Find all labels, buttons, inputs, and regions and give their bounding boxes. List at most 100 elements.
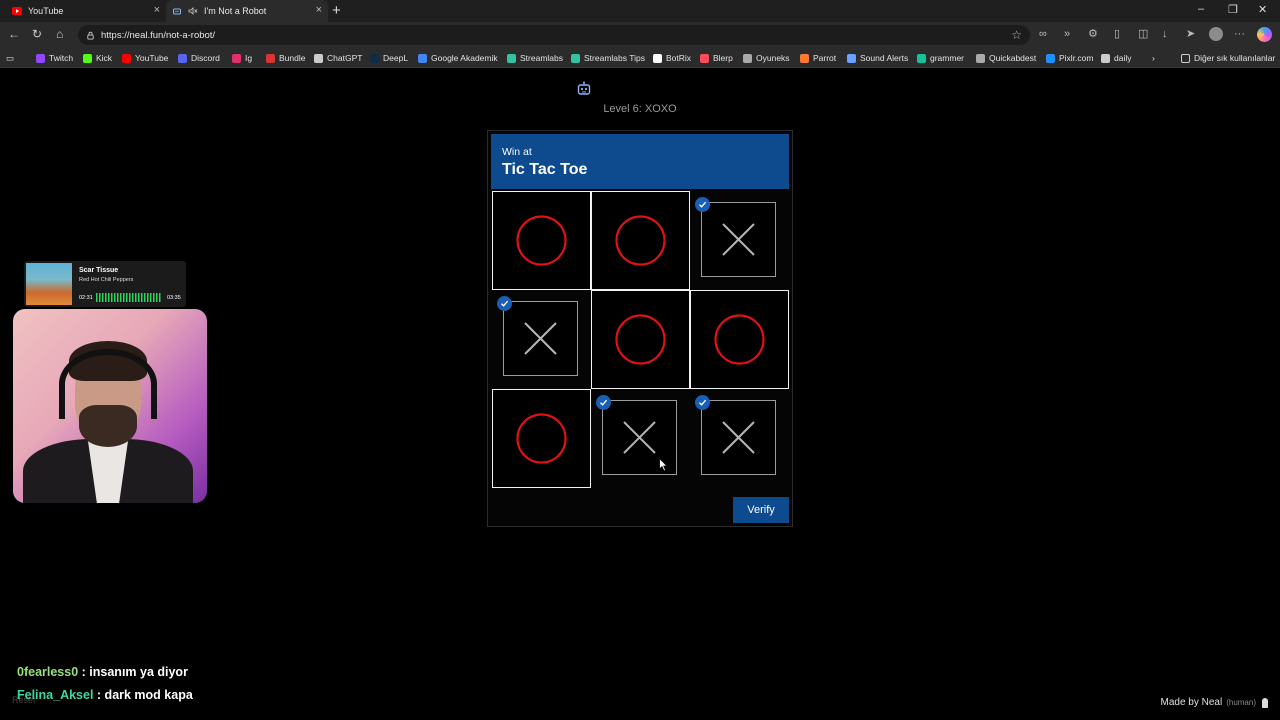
bookmark-label: BotRix [666, 53, 692, 63]
made-by-credit[interactable]: Made by Neal (human) [1161, 697, 1268, 708]
board-cell-3[interactable] [690, 191, 789, 290]
song-title: Scar Tissue [79, 267, 119, 274]
bookmark-label: YouTube [135, 53, 169, 63]
header-instruction: Win at [502, 146, 532, 158]
tab-not-a-robot[interactable]: I'm Not a Robot × [166, 0, 328, 22]
extension-glasses-icon[interactable]: ∞ [1039, 28, 1047, 40]
close-window-icon[interactable]: ✕ [1258, 3, 1267, 16]
read-aloud-icon[interactable]: » [1064, 28, 1070, 40]
muted-speaker-icon[interactable] [188, 6, 198, 16]
bookmark-sound-alerts[interactable]: Sound Alerts [847, 52, 908, 64]
bookmark-label: Quickabdest [989, 53, 1037, 63]
checkmark-icon [695, 197, 710, 212]
o-mark-icon [614, 214, 666, 266]
robot-icon [577, 81, 591, 95]
bookmark-chatgpt[interactable]: ChatGPT [314, 52, 362, 64]
home-icon[interactable]: ⌂ [56, 28, 63, 40]
close-tab-icon[interactable]: × [154, 5, 160, 16]
x-mark-icon [722, 421, 755, 454]
board-cell-8[interactable] [591, 389, 690, 488]
bookmark-oyuneks[interactable]: Oyuneks [743, 52, 790, 64]
extensions-icon[interactable]: ⚙ [1088, 28, 1098, 40]
new-tab-button[interactable]: + [332, 3, 341, 18]
bookmark-favicon-icon [178, 53, 187, 63]
refresh-icon[interactable]: ↻ [32, 28, 42, 40]
bookmark-label: Ig [245, 53, 253, 63]
bookmark-kick[interactable]: Kick [83, 52, 112, 64]
downloads-icon[interactable]: ↓ [1162, 28, 1168, 40]
bookmark-label: daily [1114, 53, 1132, 63]
x-tile [701, 400, 776, 475]
album-art [26, 263, 72, 305]
bookmark-favicon-icon [847, 53, 856, 63]
other-bookmarks-folder[interactable]: Diğer sık kullanılanlar [1181, 52, 1275, 64]
bookmark-bundle[interactable]: Bundle [266, 52, 305, 64]
bookmark-discord[interactable]: Discord [178, 52, 220, 64]
bookmark-label: Sound Alerts [860, 53, 909, 63]
audio-visualizer [96, 293, 162, 302]
split-screen-icon[interactable]: ▯ [1114, 28, 1120, 40]
bookmark-label: ChatGPT [327, 53, 363, 63]
verify-button[interactable]: Verify [733, 497, 789, 523]
bookmark-favicon-icon [122, 53, 131, 63]
bookmark-label: Streamlabs Tips [584, 53, 645, 63]
restore-icon[interactable]: ❐ [1228, 3, 1238, 16]
bookmark-parrot[interactable]: Parrot [800, 52, 836, 64]
favorite-star-icon[interactable]: ☆ [1011, 28, 1022, 42]
x-mark-icon [524, 322, 557, 355]
chat-username: Felina_Aksel [17, 688, 94, 702]
bookmarks-bar: ▭ Twitch Kick YouTube Discord Ig Bundle ChatGP… [0, 48, 1280, 68]
bookmark-label: grammer [930, 53, 965, 63]
o-mark-icon [515, 412, 567, 464]
bookmark-deepl[interactable]: DeepL [370, 52, 408, 64]
bookmark-pixlr-com[interactable]: Pixlr.com [1046, 52, 1093, 64]
bookmark-daily[interactable]: daily [1101, 52, 1131, 64]
profile-avatar[interactable] [1209, 27, 1223, 41]
bookmark-label: Google Akademik [431, 53, 498, 63]
x-tile [503, 301, 578, 376]
bookmark-label: Oyuneks [756, 53, 790, 63]
bookmark-label: Parrot [813, 53, 837, 63]
checkmark-icon [596, 395, 611, 410]
bookmark-grammer[interactable]: grammer [917, 52, 964, 64]
board-cell-1[interactable] [492, 191, 591, 290]
bookmark-label: Twitch [49, 53, 74, 63]
board-cell-6[interactable] [690, 290, 789, 389]
bookmark-streamlabs[interactable]: Streamlabs [507, 52, 563, 64]
bookmarks-overflow-icon[interactable]: › [1152, 52, 1155, 64]
copilot-icon[interactable] [1257, 27, 1272, 42]
collections-icon[interactable]: ◫ [1138, 28, 1148, 40]
bookmark-favicon-icon [83, 53, 92, 63]
bookmark-favicon-icon [917, 53, 926, 63]
board-cell-2[interactable] [591, 191, 690, 290]
level-label: Level 6: XOXO [603, 103, 677, 115]
bookmark-quickabdest[interactable]: Quickabdest [976, 52, 1036, 64]
board-cell-5[interactable] [591, 290, 690, 389]
checkmark-icon [695, 395, 710, 410]
captcha-card: Win at Tic Tac Toe Verify [487, 130, 793, 527]
page-content: Level 6: XOXO Win at Tic Tac Toe Verify … [0, 69, 1280, 720]
tab-title: I'm Not a Robot [204, 6, 267, 16]
board-cell-7[interactable] [492, 389, 591, 488]
more-options-icon[interactable]: ··· [1234, 28, 1245, 40]
url-field[interactable]: https://neal.fun/not-a-robot/ ☆ [78, 25, 1030, 45]
bookmark-blerp[interactable]: Blerp [700, 52, 733, 64]
bookmark-botrix[interactable]: BotRix [653, 52, 691, 64]
tab-youtube[interactable]: YouTube × [0, 0, 166, 22]
bookmark-google-akademik[interactable]: Google Akademik [418, 52, 498, 64]
bookmark-streamlabs-tips[interactable]: Streamlabs Tips [571, 52, 645, 64]
bookmark-twitch[interactable]: Twitch [36, 52, 73, 64]
o-mark-icon [614, 313, 666, 365]
minimize-icon[interactable]: – [1198, 3, 1204, 15]
bookmark-ig[interactable]: Ig [232, 52, 252, 64]
captcha-header: Win at Tic Tac Toe [491, 134, 789, 189]
bookmark-youtube[interactable]: YouTube [122, 52, 168, 64]
share-icon[interactable]: ➤ [1186, 28, 1195, 40]
back-icon[interactable]: ← [8, 28, 20, 40]
board-cell-4[interactable] [492, 290, 591, 389]
tab-strip: YouTube × I'm Not a Robot × + – ❐ ✕ [0, 0, 1280, 22]
bookmark-toggle-icon[interactable]: ▭ [6, 52, 14, 64]
site-info-icon[interactable] [86, 31, 95, 40]
board-cell-9[interactable] [690, 389, 789, 488]
close-tab-icon[interactable]: × [316, 5, 322, 16]
